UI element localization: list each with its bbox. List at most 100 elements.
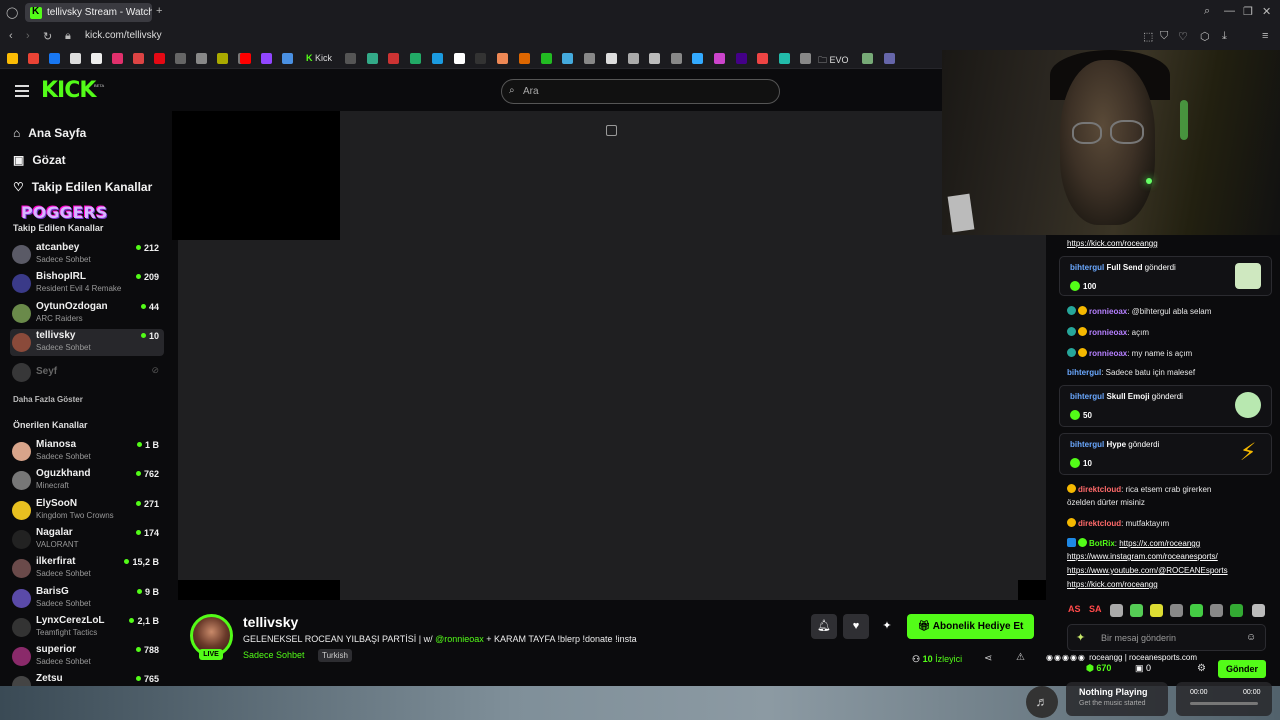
sidebar-channel-elysoon[interactable]: ElySooN Kingdom Two Crowns 271	[10, 497, 164, 524]
heart-bookmark-icon[interactable]: ♡	[1178, 30, 1188, 43]
bookmark-kick[interactable]: K Kick	[306, 53, 332, 63]
bookmark-icon[interactable]	[714, 53, 725, 64]
nav-following[interactable]: ♡ Takip Edilen Kanallar	[13, 180, 152, 194]
channel-points[interactable]: ⬢ 670	[1086, 663, 1111, 674]
bookmark-icon[interactable]	[736, 53, 747, 64]
bookmark-icon[interactable]	[779, 53, 790, 64]
screenshot-icon[interactable]: ⬚	[1143, 30, 1153, 43]
bookmark-twitch-icon[interactable]	[261, 53, 272, 64]
sidebar-channel-bishopirl[interactable]: BishopIRL Resident Evil 4 Remake 209	[10, 270, 164, 297]
sidebar-channel-nagalar[interactable]: Nagalar VALORANT 174	[10, 526, 164, 553]
bookmark-netflix-icon[interactable]	[154, 53, 165, 64]
chat-username[interactable]: bihtergul	[1070, 263, 1104, 272]
close-window-icon[interactable]: ✕	[1262, 5, 1271, 18]
language-tag[interactable]: Turkish	[318, 649, 352, 662]
bookmark-bookmark-7-icon[interactable]	[133, 53, 144, 64]
bookmark-icon[interactable]	[692, 53, 703, 64]
emote-icon[interactable]	[1230, 604, 1243, 617]
bookmark-icon[interactable]	[584, 53, 595, 64]
sidebar-channel-atcanbey[interactable]: atcanbey Sadece Sohbet 212	[10, 241, 164, 268]
chat-username[interactable]: ronnieoax	[1089, 349, 1127, 358]
bookmark-icon[interactable]	[757, 53, 768, 64]
bookmark-icon[interactable]	[519, 53, 530, 64]
extensions-icon[interactable]: ⬡	[1200, 30, 1210, 43]
bookmark-facebook-icon[interactable]	[49, 53, 60, 64]
bookmark-evo[interactable]: 🗀︎ EVO	[818, 53, 849, 69]
bookmark-bookmark-11-icon[interactable]	[217, 53, 228, 64]
chat-link[interactable]: https://kick.com/roceangg	[1067, 239, 1158, 248]
emote-icon[interactable]	[1130, 604, 1143, 617]
minimize-icon[interactable]: —	[1224, 5, 1235, 17]
emote-sa[interactable]: SA	[1089, 604, 1102, 614]
bookmark-google-icon[interactable]	[7, 53, 18, 64]
notification-bell-button[interactable]: 🔔︎	[811, 614, 837, 639]
chat-username[interactable]: ronnieoax	[1089, 307, 1127, 316]
search-tabs-icon[interactable]: ⌕	[1204, 5, 1210, 18]
bookmark-bookmark-15-icon[interactable]	[282, 53, 293, 64]
gift-subscription-button[interactable]: 🎁︎ Abonelik Hediye Et	[907, 614, 1034, 639]
hamburger-menu-icon[interactable]	[15, 85, 29, 97]
bookmark-tiktok-icon[interactable]	[91, 53, 102, 64]
chat-link[interactable]: https://www.instagram.com/roceanesports/	[1067, 552, 1218, 561]
media-progress-bar[interactable]	[1190, 702, 1258, 705]
bookmark-icon[interactable]	[606, 53, 617, 64]
chat-settings-icon[interactable]: ⚙	[1197, 663, 1206, 674]
bookmark-bookmark-10-icon[interactable]	[196, 53, 207, 64]
back-icon[interactable]: ‹	[9, 30, 13, 42]
bookmark-icon[interactable]	[800, 53, 811, 64]
emote-icon[interactable]	[1150, 604, 1163, 617]
bookmark-icon[interactable]	[454, 53, 465, 64]
kick-logo[interactable]: KICK	[41, 78, 96, 103]
nav-home[interactable]: ⌂ Ana Sayfa	[13, 126, 86, 140]
sparkle-emote-icon[interactable]: ✦	[1076, 631, 1085, 644]
emote-icon[interactable]	[1210, 604, 1223, 617]
sidebar-channel-lynxcerezlol[interactable]: LynxCerezLoL Teamfight Tactics 2,1 B	[10, 614, 164, 641]
emote-icon[interactable]	[1190, 604, 1203, 617]
maximize-icon[interactable]: ❐	[1243, 5, 1253, 18]
report-icon[interactable]: ⚠	[1016, 652, 1025, 663]
bookmark-icon[interactable]	[367, 53, 378, 64]
gift-count[interactable]: ▣ 0	[1135, 663, 1151, 674]
bookmark-icon[interactable]	[475, 53, 486, 64]
sidebar-channel-ilkerfirat[interactable]: ilkerfirat Sadece Sohbet 15,2 B	[10, 555, 164, 582]
emote-icon[interactable]	[1252, 604, 1265, 617]
bookmark-icon[interactable]	[862, 53, 873, 64]
sparkle-button[interactable]: ✦	[874, 614, 900, 639]
show-more-link[interactable]: Daha Fazla Göster	[13, 395, 83, 404]
forward-icon[interactable]: ›	[26, 30, 30, 42]
shield-icon[interactable]: ⛉	[1160, 30, 1168, 43]
browser-menu-icon[interactable]: ◯	[6, 6, 18, 19]
emoji-picker-icon[interactable]: ☺	[1246, 632, 1256, 643]
new-tab-icon[interactable]: +	[156, 5, 162, 17]
chat-username[interactable]: bihtergul	[1067, 368, 1101, 377]
browser-settings-icon[interactable]: ≡	[1262, 30, 1268, 42]
picture-in-picture-icon[interactable]	[606, 125, 617, 136]
bookmark-icon[interactable]	[432, 53, 443, 64]
sidebar-channel-mianosa[interactable]: Mianosa Sadece Sohbet 1 B	[10, 438, 164, 465]
sidebar-channel-tellivsky[interactable]: tellivsky Sadece Sohbet 10	[10, 328, 164, 356]
bookmark-icon[interactable]	[345, 53, 356, 64]
bookmark-icon[interactable]	[410, 53, 421, 64]
bookmark-icon[interactable]	[497, 53, 508, 64]
sidebar-channel-superior[interactable]: superior Sadece Sohbet 788	[10, 643, 164, 670]
sidebar-channel-barisg[interactable]: BarisG Sadece Sohbet 9 B	[10, 585, 164, 612]
chat-username[interactable]: bihtergul	[1070, 440, 1104, 449]
search-input[interactable]	[501, 79, 780, 104]
chat-username[interactable]: ronnieoax	[1089, 328, 1127, 337]
title-mention-link[interactable]: @ronnieoax	[435, 634, 484, 644]
send-button[interactable]: Gönder	[1218, 660, 1266, 678]
chat-username[interactable]: direktcloud	[1078, 485, 1121, 494]
bookmark-youtube-icon[interactable]	[240, 53, 251, 64]
browser-tab[interactable]: tellivsky Stream - Watch L	[25, 3, 152, 22]
url-field[interactable]: kick.com/tellivsky	[85, 30, 162, 41]
bookmark-icon[interactable]	[541, 53, 552, 64]
chat-username[interactable]: BotRix	[1089, 539, 1115, 548]
nav-browse[interactable]: ▣ Gözat	[13, 153, 66, 167]
bookmark-icon[interactable]	[671, 53, 682, 64]
chat-link[interactable]: https://kick.com/roceangg	[1067, 580, 1158, 589]
chat-username[interactable]: bihtergul	[1070, 392, 1104, 401]
bookmark-icon[interactable]	[562, 53, 573, 64]
bookmark-instagram-icon[interactable]	[112, 53, 123, 64]
emote-icon[interactable]	[1170, 604, 1183, 617]
streamer-name[interactable]: tellivsky	[243, 614, 298, 630]
